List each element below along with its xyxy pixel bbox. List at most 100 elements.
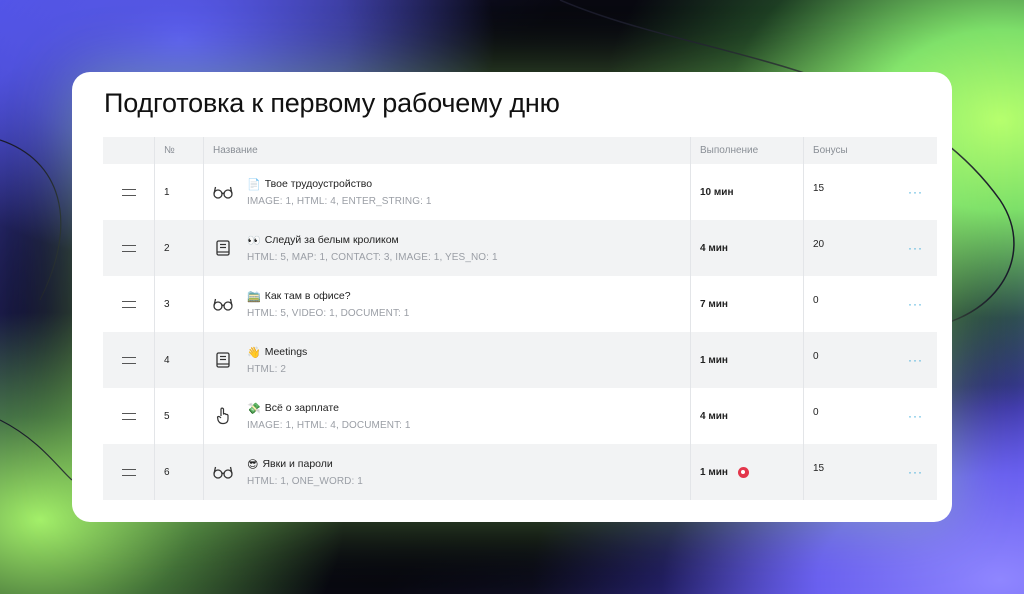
glasses-icon xyxy=(213,182,233,202)
task-emoji: 👋 xyxy=(247,345,261,359)
task-info: 🚞 Как там в офисе? HTML: 5, VIDEO: 1, DO… xyxy=(247,290,409,319)
row-name-cell[interactable]: 🚞 Как там в офисе? HTML: 5, VIDEO: 1, DO… xyxy=(204,276,691,332)
task-meta: HTML: 5, VIDEO: 1, DOCUMENT: 1 xyxy=(247,307,410,319)
task-emoji: 🚞 xyxy=(247,289,261,303)
drag-handle[interactable] xyxy=(103,388,155,444)
row-number: 2 xyxy=(155,220,204,276)
exec-time-value: 10 мин xyxy=(700,186,734,198)
bonus-value: 20 xyxy=(813,239,825,250)
row-name-cell[interactable]: 📄 Твое трудоустройство IMAGE: 1, HTML: 4… xyxy=(204,164,691,220)
bonus-cell: 0 ··· xyxy=(804,332,937,388)
bonus-value: 0 xyxy=(813,407,819,418)
task-info: 💸 Всё о зарплате IMAGE: 1, HTML: 4, DOCU… xyxy=(247,402,411,431)
table-row[interactable]: 6 😎 Явки и пароли HTML: 1, ONE_WORD: 1 1… xyxy=(103,444,937,500)
bonus-cell: 0 ··· xyxy=(804,276,937,332)
table-header: № Название Выполнение Бонусы xyxy=(103,137,937,164)
row-name-cell[interactable]: 😎 Явки и пароли HTML: 1, ONE_WORD: 1 xyxy=(204,444,691,500)
task-meta: IMAGE: 1, HTML: 4, ENTER_STRING: 1 xyxy=(247,195,432,207)
bonus-cell: 0 ··· xyxy=(804,388,937,444)
drag-handle-icon xyxy=(121,300,136,308)
exec-time: 4 мин xyxy=(691,220,804,276)
row-number: 3 xyxy=(155,276,204,332)
task-info: 👀 Следуй за белым кроликом HTML: 5, MAP:… xyxy=(247,234,498,263)
bonus-value: 0 xyxy=(813,295,819,306)
exec-time: 1 мин xyxy=(691,444,804,500)
exec-time: 1 мин xyxy=(691,332,804,388)
drag-handle[interactable] xyxy=(103,164,155,220)
page-title: Подготовка к первому рабочему дню xyxy=(104,88,560,118)
row-number: 4 xyxy=(155,332,204,388)
more-options-button[interactable]: ··· xyxy=(908,185,923,199)
more-options-button[interactable]: ··· xyxy=(908,353,923,367)
task-emoji: 📄 xyxy=(247,177,261,191)
task-meta: HTML: 2 xyxy=(247,363,287,375)
table-row[interactable]: 5 💸 Всё о зарплате IMAGE: 1, HTML: 4, DO… xyxy=(103,388,937,444)
exec-time-value: 1 мин xyxy=(700,466,728,478)
drag-handle[interactable] xyxy=(103,276,155,332)
exec-time-value: 1 мин xyxy=(700,354,728,366)
task-info: 📄 Твое трудоустройство IMAGE: 1, HTML: 4… xyxy=(247,178,432,207)
row-number: 6 xyxy=(155,444,204,500)
pointer-icon xyxy=(213,406,233,426)
row-name-cell[interactable]: 👋 Meetings HTML: 2 xyxy=(204,332,691,388)
task-title[interactable]: Явки и пароли xyxy=(262,458,332,470)
bonus-cell: 20 ··· xyxy=(804,220,937,276)
drag-handle-icon xyxy=(121,188,136,196)
more-options-button[interactable]: ··· xyxy=(908,465,923,479)
task-title[interactable]: Всё о зарплате xyxy=(265,402,339,414)
exec-time-value: 4 мин xyxy=(700,242,728,254)
task-title[interactable]: Твое трудоустройство xyxy=(265,178,372,190)
header-num: № xyxy=(155,137,204,164)
header-drag-col xyxy=(103,137,155,164)
header-name: Название xyxy=(204,137,691,164)
task-list-card: Подготовка к первому рабочему дню № Назв… xyxy=(72,72,952,522)
task-meta: HTML: 1, ONE_WORD: 1 xyxy=(247,475,363,487)
exec-time: 7 мин xyxy=(691,276,804,332)
header-bonus: Бонусы xyxy=(813,145,848,156)
task-emoji: 😎 xyxy=(247,457,259,471)
book-icon xyxy=(213,238,233,258)
more-options-button[interactable]: ··· xyxy=(908,241,923,255)
task-title[interactable]: Meetings xyxy=(265,346,308,358)
glasses-icon xyxy=(213,294,233,314)
task-info: 👋 Meetings HTML: 2 xyxy=(247,346,307,375)
task-title[interactable]: Как там в офисе? xyxy=(265,290,351,302)
task-table: № Название Выполнение Бонусы 1 📄 Твое тр… xyxy=(103,137,937,500)
bonus-value: 15 xyxy=(813,463,825,474)
bonus-cell: 15 ··· xyxy=(804,444,937,500)
drag-handle-icon xyxy=(121,356,136,364)
drag-handle[interactable] xyxy=(103,332,155,388)
task-meta: IMAGE: 1, HTML: 4, DOCUMENT: 1 xyxy=(247,419,411,431)
bonus-value: 0 xyxy=(813,351,819,362)
task-title[interactable]: Следуй за белым кроликом xyxy=(265,234,399,246)
alert-icon[interactable] xyxy=(737,466,749,478)
exec-time-value: 7 мин xyxy=(700,298,728,310)
row-name-cell[interactable]: 💸 Всё о зарплате IMAGE: 1, HTML: 4, DOCU… xyxy=(204,388,691,444)
glasses-icon xyxy=(213,462,233,482)
book-icon xyxy=(213,350,233,370)
table-row[interactable]: 3 🚞 Как там в офисе? HTML: 5, VIDEO: 1, … xyxy=(103,276,937,332)
exec-time: 10 мин xyxy=(691,164,804,220)
header-exec: Выполнение xyxy=(691,137,804,164)
drag-handle[interactable] xyxy=(103,444,155,500)
bonus-cell: 15 ··· xyxy=(804,164,937,220)
table-row[interactable]: 1 📄 Твое трудоустройство IMAGE: 1, HTML:… xyxy=(103,164,937,220)
drag-handle[interactable] xyxy=(103,220,155,276)
task-emoji: 👀 xyxy=(247,233,261,247)
row-name-cell[interactable]: 👀 Следуй за белым кроликом HTML: 5, MAP:… xyxy=(204,220,691,276)
task-meta: HTML: 5, MAP: 1, CONTACT: 3, IMAGE: 1, Y… xyxy=(247,251,498,263)
drag-handle-icon xyxy=(121,244,136,252)
table-row[interactable]: 2 👀 Следуй за белым кроликом HTML: 5, MA… xyxy=(103,220,937,276)
exec-time: 4 мин xyxy=(691,388,804,444)
row-number: 1 xyxy=(155,164,204,220)
more-options-button[interactable]: ··· xyxy=(908,297,923,311)
task-emoji: 💸 xyxy=(247,401,261,415)
task-info: 😎 Явки и пароли HTML: 1, ONE_WORD: 1 xyxy=(247,458,363,487)
row-number: 5 xyxy=(155,388,204,444)
more-options-button[interactable]: ··· xyxy=(908,409,923,423)
drag-handle-icon xyxy=(121,468,136,476)
bonus-value: 15 xyxy=(813,183,825,194)
exec-time-value: 4 мин xyxy=(700,410,728,422)
table-row[interactable]: 4 👋 Meetings HTML: 2 1 мин 0 ··· xyxy=(103,332,937,388)
drag-handle-icon xyxy=(121,412,136,420)
